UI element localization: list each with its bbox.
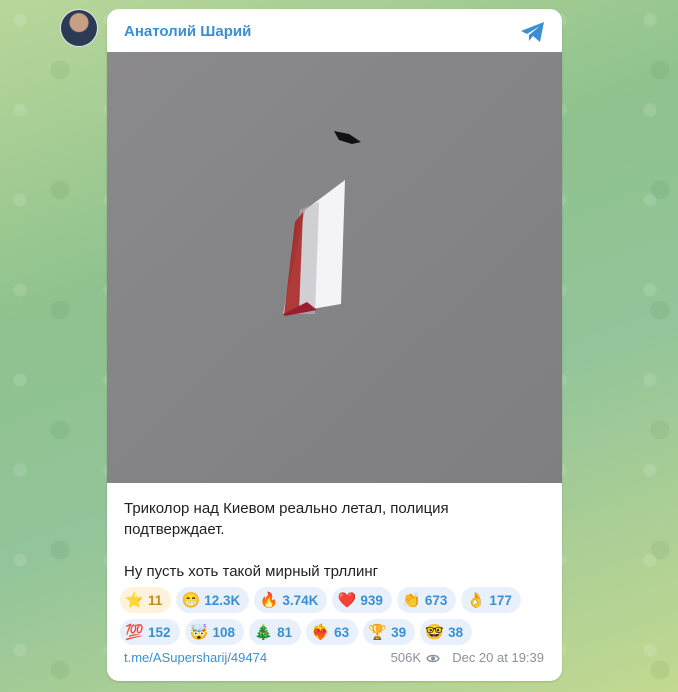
reaction-count: 177 [489,592,512,608]
reaction-christmas-tree[interactable]: 🎄 81 [249,619,302,645]
clap-icon: 👏 [402,592,421,609]
post-text: Триколор над Киевом реально летал, полиц… [124,498,549,582]
reaction-count: 11 [148,592,163,608]
reaction-heart[interactable]: ❤️ 939 [332,587,392,613]
mind-blown-icon: 🤯 [189,624,209,641]
hundred-icon: 💯 [125,624,144,641]
post-link[interactable]: t.me/ASupersharij/49474 [124,650,267,665]
reaction-count: 152 [148,624,171,640]
heart-on-fire-icon: ❤️‍🔥 [311,624,330,641]
trophy-icon: 🏆 [368,624,387,641]
reactions-bar: ⭐ 11 😁 12.3K 🔥 3.74K ❤️ 939 👏 673 👌 177 💯 152 🤯 108 🎄 81 ❤… [120,587,550,645]
post-photo[interactable] [107,52,562,483]
reaction-nerd[interactable]: 🤓 38 [420,619,473,645]
reaction-heart-on-fire[interactable]: ❤️‍🔥 63 [306,619,359,645]
star-icon: ⭐ [125,592,144,609]
post-text-line: подтверждает. [124,521,225,538]
reaction-count: 38 [448,624,464,640]
message-header: Анатолий Шарий [107,9,562,52]
grin-icon: 😁 [181,592,201,609]
post-text-line: Триколор над Киевом реально летал, полиц… [124,500,449,517]
message-card: Анатолий Шарий Триколор над Киевом реаль… [107,9,562,681]
reaction-count: 63 [334,624,350,640]
heart-icon: ❤️ [337,592,357,609]
channel-name[interactable]: Анатолий Шарий [124,23,251,40]
fire-icon: 🔥 [259,592,279,609]
channel-avatar[interactable] [60,9,98,47]
reaction-count: 673 [424,592,448,608]
christmas-tree-icon: 🎄 [254,624,273,641]
reaction-count: 3.74K [282,592,319,608]
reaction-mind-blown[interactable]: 🤯 108 [184,619,245,645]
reaction-trophy[interactable]: 🏆 39 [363,619,416,645]
reaction-star[interactable]: ⭐ 11 [120,587,172,613]
message-footer: t.me/ASupersharij/49474 506K Dec 20 at 1… [124,650,544,668]
ok-hand-icon: 👌 [466,592,486,609]
reaction-grin[interactable]: 😁 12.3K [176,587,250,613]
reaction-count: 12.3K [204,592,241,608]
reaction-count: 108 [212,624,236,640]
reaction-count: 939 [360,592,383,608]
reaction-count: 39 [391,624,407,640]
post-date: Dec 20 at 19:39 [452,650,544,665]
post-text-line: Ну пусть хоть такой мирный трллинг [124,563,379,580]
telegram-icon[interactable] [520,21,546,43]
reaction-clap[interactable]: 👏 673 [396,587,457,613]
eye-icon [426,654,440,663]
reaction-count: 81 [277,624,293,640]
nerd-icon: 🤓 [425,624,444,641]
view-count: 506K [390,650,421,665]
reaction-hundred[interactable]: 💯 152 [120,619,180,645]
reaction-fire[interactable]: 🔥 3.74K [254,587,328,613]
reaction-ok-hand[interactable]: 👌 177 [461,587,521,613]
